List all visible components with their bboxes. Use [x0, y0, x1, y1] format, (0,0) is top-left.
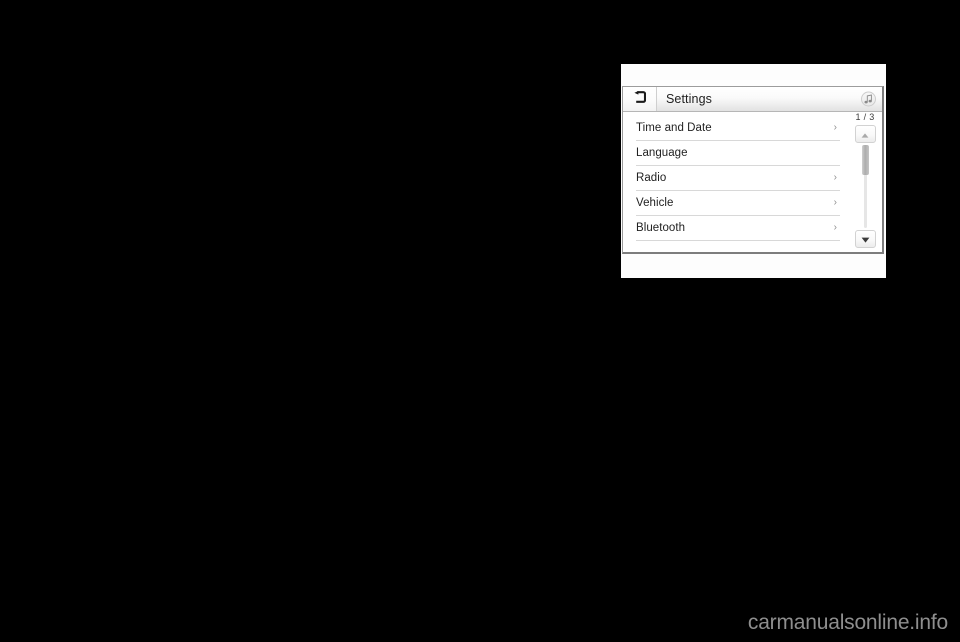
infotainment-screen: Settings Time and Date › Language Radio …	[622, 86, 884, 254]
list-item-bluetooth[interactable]: Bluetooth ›	[636, 216, 840, 241]
scroll-track[interactable]	[861, 145, 869, 228]
scroll-down-button[interactable]	[854, 230, 876, 248]
list-item-label: Language	[636, 147, 688, 159]
scroll-thumb[interactable]	[861, 145, 869, 175]
scroll-up-button[interactable]	[854, 125, 876, 143]
list-item-vehicle[interactable]: Vehicle ›	[636, 191, 840, 216]
chevron-right-icon: ›	[833, 222, 837, 233]
page-title: Settings	[666, 92, 712, 106]
triangle-down-icon	[861, 230, 870, 248]
page-indicator: 1 / 3	[855, 112, 875, 122]
chevron-right-icon: ›	[833, 172, 837, 183]
chevron-right-icon: ›	[833, 122, 837, 133]
figure-card: Settings Time and Date › Language Radio …	[621, 64, 886, 278]
watermark: carmanualsonline.info	[747, 611, 948, 634]
list-item-label: Time and Date	[636, 122, 712, 134]
scroll-track-area[interactable]	[855, 143, 876, 230]
page-background: Settings Time and Date › Language Radio …	[0, 0, 960, 642]
music-note-icon[interactable]	[861, 91, 876, 107]
list-item-radio[interactable]: Radio ›	[636, 166, 840, 191]
list-item-language[interactable]: Language	[636, 141, 840, 166]
list-item-label: Vehicle	[636, 197, 674, 209]
list-item-label: Bluetooth	[636, 222, 686, 234]
triangle-up-icon	[861, 125, 869, 143]
screen-body: Time and Date › Language Radio › Vehicle…	[623, 112, 882, 251]
chevron-right-icon: ›	[833, 197, 837, 208]
screen-header: Settings	[623, 87, 882, 112]
list-item-time-and-date[interactable]: Time and Date ›	[636, 116, 840, 141]
settings-list: Time and Date › Language Radio › Vehicle…	[623, 112, 848, 251]
list-item-label: Radio	[636, 172, 667, 184]
back-arrow-icon	[633, 90, 647, 108]
scrollbar: 1 / 3	[848, 112, 882, 251]
back-button[interactable]	[623, 87, 657, 111]
